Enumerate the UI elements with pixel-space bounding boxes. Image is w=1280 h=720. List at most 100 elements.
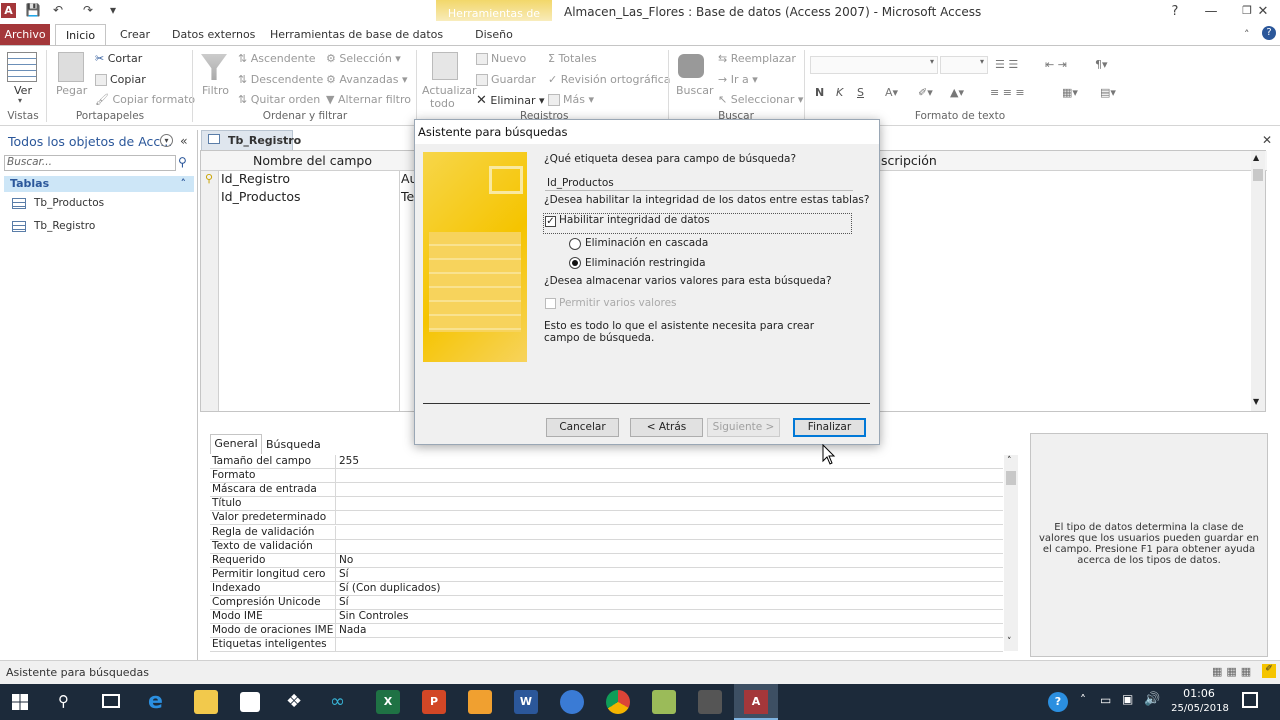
nav-section-tablas[interactable]: Tablas ˄ <box>4 176 194 192</box>
avanzadas-button[interactable]: ⚙ Avanzadas ▾ <box>326 73 407 86</box>
property-value[interactable] <box>335 539 339 554</box>
property-value[interactable]: 255 <box>335 455 359 469</box>
alternar-filtro-button[interactable]: ▼ Alternar filtro <box>326 93 411 106</box>
font-name-select[interactable]: ▾ <box>810 56 938 74</box>
access-taskbar-active[interactable]: A <box>734 684 778 720</box>
nav-menu-chevron-icon[interactable]: ▾ <box>160 134 173 147</box>
enable-integrity-checkbox[interactable]: ✓ <box>545 216 556 227</box>
help-tray-icon[interactable]: ? <box>1048 692 1068 712</box>
help-icon[interactable]: ? <box>1262 26 1276 40</box>
property-row[interactable]: Título <box>210 497 1003 512</box>
ir-a-button[interactable]: → Ir a ▾ <box>718 73 758 86</box>
excel-icon[interactable]: X <box>376 690 400 714</box>
property-row[interactable]: Modo IME Sin Controles <box>210 610 1003 625</box>
property-row[interactable]: Permitir longitud cero Sí <box>210 567 1003 582</box>
fill-color-icon[interactable]: ▲▾ <box>950 86 964 99</box>
grid-scrollbar[interactable]: ▲ ▼ <box>1251 151 1265 411</box>
revision-button[interactable]: ✓ Revisión ortográfica <box>548 73 670 86</box>
scroll-down-icon[interactable]: ▼ <box>1253 397 1259 406</box>
search-icon[interactable]: ⚲ <box>58 692 69 710</box>
field-name-cell[interactable]: Id_Productos <box>221 189 301 207</box>
tab-herramientas-bd[interactable]: Herramientas de base de datos <box>270 28 443 46</box>
property-row[interactable]: Máscara de entrada <box>210 483 1003 498</box>
scroll-down-icon[interactable]: ˅ <box>1007 637 1012 647</box>
notifications-icon[interactable] <box>1242 692 1258 708</box>
list-icons[interactable]: ☰ ☰ <box>995 58 1018 71</box>
cancel-button[interactable]: Cancelar <box>546 418 619 437</box>
scroll-thumb[interactable] <box>1006 471 1016 485</box>
property-value[interactable]: Nada <box>335 624 366 639</box>
eliminar-button[interactable]: ✕ Eliminar ▾ <box>476 93 545 108</box>
property-row[interactable]: Requerido No <box>210 553 1003 568</box>
store-icon[interactable] <box>240 692 260 712</box>
property-value[interactable]: Sí (Con duplicados) <box>335 581 440 596</box>
font-color-icon[interactable]: A▾ <box>885 86 898 99</box>
property-value[interactable]: Sí <box>335 596 349 610</box>
nav-item-tb-productos[interactable]: Tb_Productos <box>12 197 104 215</box>
property-value[interactable] <box>335 469 339 484</box>
property-value[interactable] <box>335 525 339 540</box>
property-row[interactable]: Compresión Unicode Sí <box>210 596 1003 610</box>
word-icon[interactable]: W <box>514 690 538 714</box>
clock-date[interactable]: 25/05/2018 <box>1168 703 1232 714</box>
tab-busqueda[interactable]: Búsqueda <box>266 438 321 451</box>
nav-header[interactable]: Todos los objetos de Acc... ▾ « <box>0 130 198 152</box>
copiar-button[interactable]: Copiar <box>95 73 146 86</box>
seleccion-button[interactable]: ⚙ Selección ▾ <box>326 52 401 65</box>
file-explorer-icon[interactable] <box>194 690 218 714</box>
bold-button[interactable]: N <box>815 86 824 99</box>
task-view-icon[interactable] <box>102 694 120 708</box>
close-window-button[interactable]: ✕ <box>1248 4 1278 22</box>
descendente-button[interactable]: ⇅ Descendente <box>238 73 323 86</box>
paragraph-icon[interactable]: ¶▾ <box>1095 58 1108 71</box>
totales-button[interactable]: Σ Totales <box>548 52 597 65</box>
search-icon[interactable]: ⚲ <box>178 155 194 171</box>
underline-button[interactable]: S <box>857 86 864 99</box>
font-size-select[interactable]: ▾ <box>940 56 988 74</box>
property-row[interactable]: Texto de validación <box>210 539 1003 554</box>
game-app-icon[interactable] <box>698 690 722 714</box>
volume-icon[interactable]: 🔊 <box>1144 692 1160 707</box>
property-row[interactable]: Etiquetas inteligentes <box>210 638 1003 653</box>
property-value[interactable] <box>335 497 339 512</box>
property-row[interactable]: Tamaño del campo 255 <box>210 455 1003 469</box>
quitar-orden-button[interactable]: ⇅ Quitar orden <box>238 93 320 106</box>
help-question-icon[interactable]: ? <box>1160 4 1190 22</box>
nav-search-input[interactable]: Buscar... <box>4 155 176 171</box>
redo-icon[interactable]: ↷ <box>76 3 100 20</box>
cortar-button[interactable]: ✂ Cortar <box>95 52 142 65</box>
property-row[interactable]: Indexado Sí (Con duplicados) <box>210 581 1003 596</box>
battery-icon[interactable]: ▭ <box>1100 693 1111 707</box>
property-value[interactable] <box>335 483 339 498</box>
property-row[interactable]: Modo de oraciones IME Nada <box>210 624 1003 639</box>
nav-item-tb-registro[interactable]: Tb_Registro <box>12 220 95 238</box>
minimize-button[interactable]: — <box>1196 4 1226 22</box>
ascendente-button[interactable]: ⇅ Ascendente <box>238 52 316 65</box>
tab-archivo[interactable]: Archivo <box>0 24 50 46</box>
seleccionar-button[interactable]: ↖ Seleccionar ▾ <box>718 93 803 106</box>
ver-button[interactable]: Ver <box>14 84 32 97</box>
save-icon[interactable]: 💾 <box>24 3 42 20</box>
reemplazar-button[interactable]: ⇆ Reemplazar <box>718 52 796 65</box>
gridlines-icon[interactable]: ▦▾ <box>1062 86 1078 99</box>
powerpoint-icon[interactable]: P <box>422 690 446 714</box>
tab-diseno[interactable]: Diseño <box>436 28 552 41</box>
property-value[interactable]: Sí <box>335 567 349 582</box>
windows-start-icon[interactable] <box>12 694 28 710</box>
restrict-radio[interactable] <box>569 257 581 269</box>
collapse-ribbon-icon[interactable]: ˄ <box>1244 28 1250 41</box>
design-view-icon[interactable]: ✐ <box>1262 664 1276 678</box>
props-scrollbar[interactable]: ˄ ˅ <box>1004 455 1018 651</box>
align-icons[interactable]: ≡ ≡ ≡ <box>990 86 1025 99</box>
tab-general[interactable]: General <box>210 434 262 454</box>
property-value[interactable]: Sin Controles <box>335 610 408 625</box>
cascade-radio[interactable] <box>569 238 581 250</box>
field-name-cell[interactable]: Id_Registro <box>221 171 290 189</box>
mas-button[interactable]: Más ▾ <box>548 93 594 106</box>
indent-icons[interactable]: ⇤ ⇥ <box>1045 58 1067 71</box>
media-player-icon[interactable] <box>468 690 492 714</box>
finish-button[interactable]: Finalizar <box>793 418 866 437</box>
scroll-up-icon[interactable]: ˄ <box>1007 456 1012 466</box>
nuevo-button[interactable]: Nuevo <box>476 52 526 65</box>
tab-crear[interactable]: Crear <box>120 28 150 46</box>
